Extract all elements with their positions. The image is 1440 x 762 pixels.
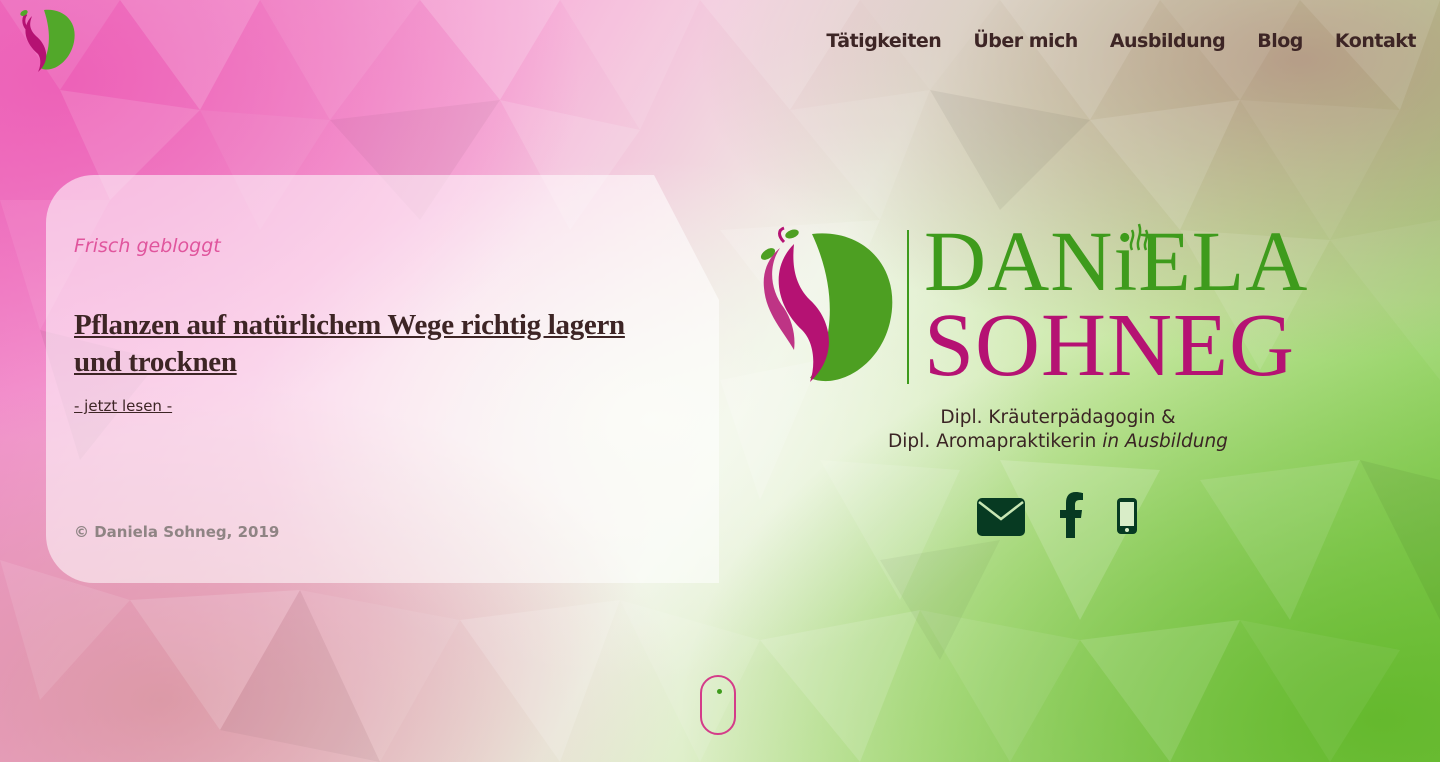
facebook-icon[interactable]: [1058, 492, 1084, 538]
subtitle-line-1: Dipl. Kräuterpädagogin &: [940, 407, 1176, 428]
brand-first-name: DANiELA: [924, 213, 1309, 309]
scroll-dot: [717, 689, 722, 694]
featured-post-kicker: Frisch gebloggt: [74, 235, 221, 257]
mobile-phone-icon[interactable]: [1116, 497, 1138, 535]
brand-subtitle: Dipl. Kräuterpädagogin & Dipl. Aromaprak…: [760, 406, 1356, 454]
nav-item-ueber-mich[interactable]: Über mich: [973, 30, 1078, 52]
main-nav: Tätigkeiten Über mich Ausbildung Blog Ko…: [826, 30, 1416, 52]
brand-last-name: SOHNEG: [924, 296, 1296, 395]
subtitle-line-2-italic: in Ausbildung: [1102, 431, 1228, 452]
featured-post-card: Frisch gebloggt Pflanzen auf natürlichem…: [46, 175, 719, 583]
envelope-icon[interactable]: [976, 497, 1026, 537]
nav-item-taetigkeiten[interactable]: Tätigkeiten: [826, 30, 941, 52]
contact-icons: [976, 492, 1146, 542]
read-more-link[interactable]: - jetzt lesen -: [74, 397, 172, 415]
scroll-down-indicator[interactable]: [700, 675, 736, 735]
site-logo-icon[interactable]: [12, 4, 78, 74]
nav-item-ausbildung[interactable]: Ausbildung: [1110, 30, 1226, 52]
brand-logo-icon: [760, 226, 893, 382]
nav-item-blog[interactable]: Blog: [1257, 30, 1303, 52]
nav-item-kontakt[interactable]: Kontakt: [1335, 30, 1417, 52]
subtitle-line-2: Dipl. Aromapraktikerin in Ausbildung: [760, 430, 1356, 454]
copyright-text: © Daniela Sohneg, 2019: [74, 523, 280, 541]
subtitle-line-2-text: Dipl. Aromapraktikerin: [888, 431, 1103, 452]
featured-post-title[interactable]: Pflanzen auf natürlichem Wege richtig la…: [74, 307, 654, 381]
brand-divider: [907, 230, 909, 384]
